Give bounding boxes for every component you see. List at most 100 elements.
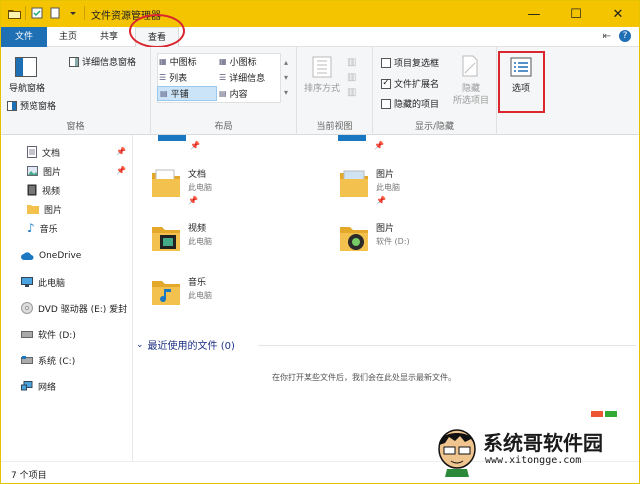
sidebar-item-label: DVD 驱动器 (E:) 爱封 [38,304,128,315]
folder-icon[interactable] [7,6,21,20]
tile-name: 图片 [376,224,395,234]
medium-icons-icon: ▦ [159,57,167,66]
pin-icon[interactable]: 📌 [116,166,126,175]
watermark-title: 系统哥软件园 [483,431,603,455]
computer-icon [21,277,33,287]
sidebar-item-label: 网络 [38,382,57,393]
pin-ribbon-icon[interactable]: ⇤ [603,31,611,42]
help-icon[interactable]: ? [619,30,631,42]
sort-by-icon[interactable] [311,55,333,82]
sidebar-item-pictures-2[interactable]: 图片 [27,200,62,218]
properties-icon[interactable] [30,6,44,20]
empty-recent-message: 在你打开某些文件后，我们会在此处显示最新文件。 [272,373,456,382]
sidebar-item-network[interactable]: 网络 [21,377,56,395]
tab-file[interactable]: 文件 [1,27,47,47]
current-view-group: 排序方式 ▥ ▥ ▥ 当前视图 [297,47,373,135]
file-extensions-toggle[interactable]: ✓ 文件扩展名 [381,77,439,90]
divider [258,345,636,346]
sidebar-item-label: 视频 [42,186,61,197]
pin-icon[interactable]: 📌 [376,196,400,205]
tile-music[interactable]: 音乐 此电脑 [150,275,212,307]
sidebar-item-videos[interactable]: 视频 [27,181,60,199]
annotation-rectangle [498,51,545,113]
nav-pane-icon[interactable] [15,57,37,77]
hide-selected-button[interactable]: 隐藏 所选项目 [449,83,493,107]
sidebar-item-pictures[interactable]: 图片 [27,162,61,180]
pictures-folder-icon [340,227,368,251]
pin-icon[interactable]: 📌 [190,141,200,150]
layout-list[interactable]: ☰ 列表 [159,71,187,84]
sidebar-item-drive-c[interactable]: 系统 (C:) [21,351,75,369]
new-folder-icon[interactable] [48,6,62,20]
pin-icon[interactable]: 📌 [374,141,384,150]
disc-icon [21,302,33,314]
minimize-button[interactable]: — [513,1,555,27]
explorer-window: 文件资源管理器 — ☐ ✕ 文件 主页 共享 查看 ⇤ ? 导航窗格 预览窗格 [0,0,640,484]
hidden-items-checkbox[interactable] [381,98,391,109]
tile-documents[interactable]: 文档 此电脑 📌 [150,167,212,205]
video-icon [27,184,37,196]
sidebar-item-drive-d[interactable]: 软件 (D:) [21,325,76,343]
show-hide-label: 显示/隐藏 [414,122,455,132]
group-by-icon[interactable]: ▥ ▥ ▥ [347,55,356,100]
chevron-down-icon[interactable] [66,6,80,20]
tile-location: 此电脑 [188,183,212,192]
ribbon-controls: ⇤ ? [603,30,631,42]
hidden-items-toggle[interactable]: 隐藏的项目 [381,97,439,110]
tile-name: 视频 [188,224,207,234]
system-drive-icon [21,356,33,364]
tile-videos[interactable]: 视频 此电脑 [150,221,212,253]
layout-small-icons[interactable]: ▦ 小图标 [219,55,257,68]
medium-icons-label: 中图标 [169,58,197,68]
watermark-logo: 系统哥软件园 www.xitongge.com [433,409,639,481]
sidebar-item-dvd-drive[interactable]: DVD 驱动器 (E:) 爱封 [21,299,127,317]
maximize-button[interactable]: ☐ [555,1,597,27]
close-button[interactable]: ✕ [597,1,639,27]
panes-group-label: 窗格 [66,122,85,132]
sidebar-item-label: OneDrive [39,251,82,261]
preview-pane-button[interactable]: 预览窗格 [7,99,56,112]
folder-icon [158,135,186,146]
hide-selected-label: 隐藏 [461,84,480,94]
sidebar-item-this-pc[interactable]: 此电脑 [21,273,65,291]
annotation-circle [129,14,185,48]
current-view-label: 当前视图 [316,122,353,132]
pin-icon[interactable]: 📌 [188,196,212,205]
sidebar-item-onedrive[interactable]: OneDrive [21,247,81,265]
panes-group: 导航窗格 预览窗格 详细信息窗格 窗格 [1,47,151,135]
tile-pictures-d[interactable]: 图片 软件 (D:) [338,221,410,253]
item-checkboxes-toggle[interactable]: 项目复选框 [381,56,439,69]
tiles-label: 平铺 [170,90,189,100]
layout-group: ▦ 中图标 ▦ 小图标 ☰ 列表 ☰ 详细信息 ▤ 平铺 ▤ 内容 ▴ ▾ ▾ … [151,47,297,135]
show-hide-group: 项目复选框 ✓ 文件扩展名 隐藏的项目 隐藏 所选项目 显示/隐藏 [373,47,497,135]
recent-files-title: 最近使用的文件 (0) [147,341,235,352]
layout-details[interactable]: ☰ 详细信息 [219,71,265,84]
content-label: 内容 [229,90,248,100]
layout-group-label: 布局 [214,122,233,132]
hide-selected-icon[interactable] [461,55,479,80]
sidebar-item-label: 软件 (D:) [38,330,76,341]
layout-content[interactable]: ▤ 内容 [219,87,248,100]
tab-home[interactable]: 主页 [49,27,87,47]
drive-icon [21,330,33,338]
details-pane-label: 详细信息窗格 [82,58,137,68]
small-icons-label: 小图标 [229,58,257,68]
sidebar-item-documents[interactable]: 文档 [27,143,60,161]
tab-share[interactable]: 共享 [89,27,129,47]
item-checkboxes-checkbox[interactable] [381,57,391,68]
layout-tiles[interactable]: ▤ 平铺 [157,86,217,101]
tile-pictures[interactable]: 图片 此电脑 📌 [338,167,400,205]
pin-icon[interactable]: 📌 [116,147,126,156]
details-pane-icon [69,56,79,67]
nav-pane-button[interactable]: 导航窗格 [7,83,47,95]
color-marks [591,411,617,417]
document-icon [27,146,37,158]
layout-medium-icons[interactable]: ▦ 中图标 [159,55,197,68]
sidebar-item-music[interactable]: ♪ 音乐 [27,219,58,237]
recent-files-header[interactable]: ⌄ 最近使用的文件 (0) [136,337,235,353]
picture-icon [27,166,38,176]
layout-scroll[interactable]: ▴ ▾ ▾ [284,55,288,100]
details-pane-button[interactable]: 详细信息窗格 [69,55,136,68]
sort-by-button[interactable]: 排序方式 [299,83,345,95]
file-extensions-checkbox[interactable]: ✓ [381,78,391,89]
